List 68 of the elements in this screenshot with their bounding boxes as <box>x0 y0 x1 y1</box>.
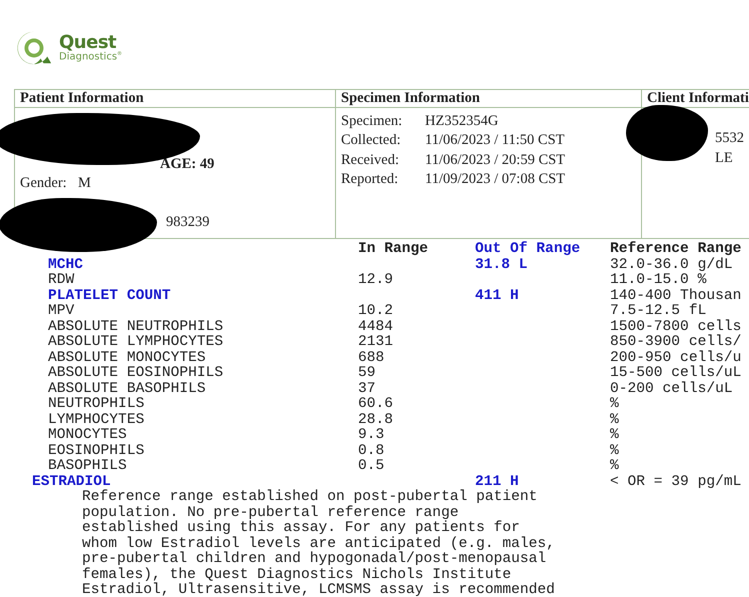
reference-range: 11.0-15.0 % <box>610 273 708 288</box>
logo-icon <box>15 29 53 67</box>
result-value: 688 <box>358 350 386 366</box>
result-value: 9.3 <box>358 428 386 444</box>
result-value: 28.8 <box>358 412 394 428</box>
comment-text: Reference range established on post-pubertal patient population. No pre-pubertal reference range established using this assay. For any patients for whom low Estradiol levels are anticipated (e.g. males, pre-pubertal children and hypogonadal/post-menopausal females), the Quest Diagnostics Nichols Institute Estradiol, Ultrasensitive, LCMSMS assay is recommended <box>81 490 556 597</box>
reference-range: 850-3900 cells/ <box>610 335 742 350</box>
test-name: ABSOLUTE MONOCYTES <box>47 350 207 366</box>
test-name: MPV <box>47 304 76 320</box>
test-name: EOSINOPHILS <box>47 444 146 459</box>
result-value: 411 H <box>475 288 520 304</box>
result-value: 37 <box>358 382 377 397</box>
reference-range: < OR = 39 pg/mL <box>610 474 742 490</box>
reference-range: 15-500 cells/uL <box>610 366 742 381</box>
field-label: Gender: <box>20 174 68 194</box>
test-name: PLATELET COUNT <box>47 288 172 304</box>
test-name: MONOCYTES <box>47 428 128 444</box>
reference-range: % <box>610 397 620 412</box>
field-value: 11/06/2023 / 11:50 CST <box>425 131 565 150</box>
field-label: Received: <box>341 150 400 170</box>
reference-range: 140-400 Thousan <box>610 288 742 304</box>
field-value: 11/09/2023 / 07:08 CST <box>425 170 566 190</box>
column-header: In Range <box>358 242 430 258</box>
result-value: 60.6 <box>358 397 394 412</box>
logo-subtitle: Diagnostics$^{®}$ <box>59 52 122 62</box>
result-value: 2131 <box>358 335 394 350</box>
field-value: 11/06/2023 / 20:59 CST <box>425 150 566 170</box>
test-name: NEUTROPHILS <box>47 397 146 412</box>
field-label: Specimen: <box>341 112 404 131</box>
column-header: Patient Information <box>15 90 335 108</box>
field-value: 983239 <box>166 212 210 232</box>
test-name: BASOPHILS <box>47 459 128 474</box>
result-value: 0.8 <box>358 444 386 459</box>
test-name: ABSOLUTE BASOPHILS <box>47 382 207 397</box>
column-header: Specimen Information <box>336 90 641 108</box>
result-value: 59 <box>358 366 377 382</box>
test-name: RDW <box>47 273 76 288</box>
result-value: 4484 <box>358 320 394 335</box>
field-value: 5532 <box>715 129 744 148</box>
field-label: Collected: <box>341 131 402 150</box>
reference-range: % <box>610 412 620 428</box>
reference-range: % <box>610 428 620 444</box>
reference-range: 1500-7800 cells <box>610 320 742 334</box>
test-name: ABSOLUTE EOSINOPHILS <box>47 366 224 382</box>
reference-range: 200-950 cells/u <box>610 350 742 366</box>
test-name: MCHC <box>47 258 84 273</box>
result-value: 0.5 <box>358 459 386 474</box>
reference-range: 0-200 cells/uL <box>610 382 734 397</box>
logo-name: Quest <box>59 34 118 52</box>
reference-range: 7.5-12.5 fL <box>610 304 708 319</box>
reference-range: % <box>610 444 620 459</box>
field-label: Reported: <box>341 170 400 190</box>
result-value: 31.8 L <box>475 258 529 273</box>
test-name: LYMPHOCYTES <box>47 412 146 428</box>
test-name: ABSOLUTE NEUTROPHILS <box>47 320 224 335</box>
column-header: Out Of Range <box>475 242 582 258</box>
result-value: 10.2 <box>358 304 394 320</box>
result-value: 211 H <box>475 474 519 490</box>
column-header: Reference Range <box>610 242 742 257</box>
reference-range: % <box>610 459 620 474</box>
test-name: ABSOLUTE LYMPHOCYTES <box>47 335 224 350</box>
result-value: 12.9 <box>358 273 394 288</box>
field-value: LE <box>715 148 733 168</box>
test-name: ESTRADIOL <box>31 474 111 490</box>
field-value: M <box>78 174 91 194</box>
field-value: HZ352354G <box>425 112 498 131</box>
reference-range: 32.0-36.0 g/dL <box>610 258 734 273</box>
patient-age: AGE: 49 <box>160 154 214 174</box>
